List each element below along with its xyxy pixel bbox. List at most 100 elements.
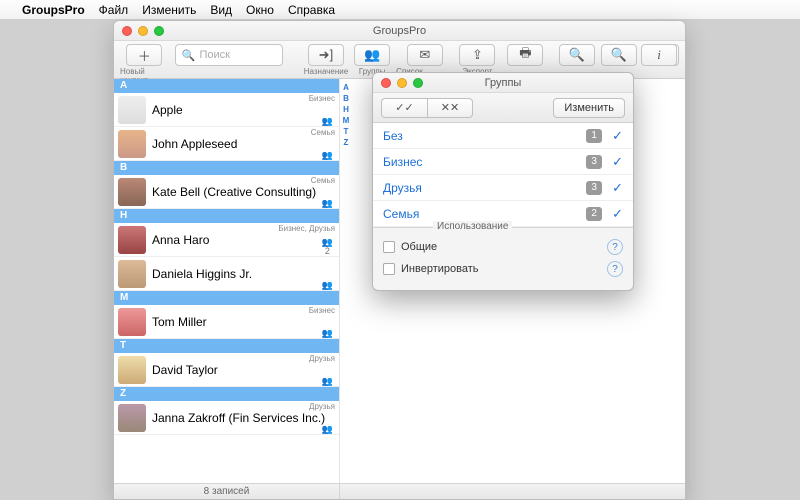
avatar <box>118 130 146 158</box>
check-icon[interactable]: ✓ <box>612 154 623 170</box>
group-row[interactable]: Без1 ✓ <box>373 123 633 149</box>
check-icon[interactable]: ✓ <box>612 128 623 144</box>
contact-name: Anna Haro <box>152 233 209 247</box>
contact-name: John Appleseed <box>152 137 237 151</box>
people-icon: 👥 <box>322 329 333 338</box>
menu-file[interactable]: Файл <box>99 3 129 17</box>
search-placeholder: Поиск <box>200 49 230 61</box>
status-bar: 8 записей <box>114 483 685 499</box>
alpha-letter[interactable]: H <box>340 105 352 114</box>
contact-row[interactable]: David TaylorДрузья👥 <box>114 353 339 387</box>
alpha-letter[interactable]: Z <box>340 138 352 147</box>
contact-row[interactable]: Janna Zakroff (Fin Services Inc.)Друзья 👥 <box>114 401 339 435</box>
avatar <box>118 226 146 254</box>
contact-name: Apple <box>152 103 183 117</box>
status-count: 8 записей <box>114 484 340 499</box>
contact-tag: Бизнес <box>309 306 335 315</box>
contact-row[interactable]: John Appleseed Семья 👥 <box>114 127 339 161</box>
contact-name: Janna Zakroff (Fin Services Inc.) <box>152 411 325 425</box>
contact-tag: Друзья <box>309 354 335 363</box>
contact-row[interactable]: Anna Haro Бизнес, Друзья 👥2 <box>114 223 339 257</box>
mailing-button[interactable]: ✉ <box>407 44 443 66</box>
contact-tag: Бизнес <box>309 94 335 103</box>
menu-view[interactable]: Вид <box>210 3 232 17</box>
check-icon[interactable]: ✓ <box>612 180 623 196</box>
usage-label: Использование <box>433 221 512 232</box>
help-icon[interactable]: ? <box>607 261 623 277</box>
contact-row[interactable]: Daniela Higgins Jr.👥 <box>114 257 339 291</box>
section-header: B <box>114 161 339 175</box>
zoom-in-button[interactable]: 🔍 <box>601 44 637 66</box>
group-name: Друзья <box>383 181 586 195</box>
window-title: GroupsPro <box>164 25 635 37</box>
alpha-letter[interactable]: M <box>340 116 352 125</box>
minimize-icon[interactable] <box>138 26 148 36</box>
invert-label: Инвертировать <box>401 263 478 275</box>
menubar-app[interactable]: GroupsPro <box>22 3 85 17</box>
avatar <box>118 96 146 124</box>
group-count-badge: 3 <box>586 155 602 169</box>
people-icon: 👥 <box>322 151 333 160</box>
contact-tag: Семья <box>311 128 335 137</box>
group-row[interactable]: Друзья3 ✓ <box>373 175 633 201</box>
groups-popup: Группы ✓✓ ✕✕ Изменить Без1✓Бизнес3✓Друзь… <box>372 72 634 291</box>
popup-zoom-icon[interactable] <box>413 78 423 88</box>
group-name: Семья <box>383 207 586 221</box>
group-name: Бизнес <box>383 155 586 169</box>
print-button[interactable]: 🖶 <box>507 44 543 66</box>
zoom-out-button[interactable]: 🔍 <box>559 44 595 66</box>
alpha-letter[interactable]: A <box>340 83 352 92</box>
zoom-icon[interactable] <box>154 26 164 36</box>
section-header: H <box>114 209 339 223</box>
contact-name: Tom Miller <box>152 315 207 329</box>
select-all-button[interactable]: ✓✓ <box>381 98 427 118</box>
people-count: 👥2 <box>322 238 333 256</box>
close-icon[interactable] <box>122 26 132 36</box>
avatar <box>118 178 146 206</box>
people-icon: 👥 <box>322 425 333 434</box>
group-row[interactable]: Бизнес3 ✓ <box>373 149 633 175</box>
contact-row[interactable]: Kate Bell (Creative Consulting)Семья👥 <box>114 175 339 209</box>
popup-minimize-icon[interactable] <box>397 78 407 88</box>
common-label: Общие <box>401 241 437 253</box>
common-checkbox[interactable] <box>383 241 395 253</box>
avatar <box>118 356 146 384</box>
assign-button[interactable]: ➜] <box>308 44 344 66</box>
contact-tag: Друзья <box>309 402 335 411</box>
groups-button[interactable]: 👥 <box>354 44 390 66</box>
help-icon[interactable]: ? <box>607 239 623 255</box>
contact-list[interactable]: AAppleБизнес👥John AppleseedСемья👥BKate B… <box>114 79 340 483</box>
people-icon: 👥 <box>322 281 333 290</box>
contact-name: Kate Bell (Creative Consulting) <box>152 185 316 199</box>
contact-row[interactable]: Tom Miller Бизнес 👥 <box>114 305 339 339</box>
contact-tag: Бизнес, Друзья <box>278 224 335 233</box>
export-button[interactable]: ⇪ <box>459 44 495 66</box>
menu-window[interactable]: Окно <box>246 3 274 17</box>
section-header: Z <box>114 387 339 401</box>
info-button[interactable]: i <box>641 44 677 66</box>
titlebar: GroupsPro <box>114 21 685 41</box>
alpha-letter[interactable]: T <box>340 127 352 136</box>
alpha-index[interactable]: ABHMTZ <box>340 83 352 147</box>
group-count-badge: 3 <box>586 181 602 195</box>
group-list: Без1 ✓ Бизнес3 ✓ Друзья3 ✓ Семья2 ✓ <box>373 123 633 227</box>
group-count-badge: 1 <box>586 129 602 143</box>
contact-row[interactable]: AppleБизнес👥 <box>114 93 339 127</box>
popup-close-icon[interactable] <box>381 78 391 88</box>
new-contact-button[interactable]: ＋ <box>126 44 162 66</box>
contact-tag: Семья <box>311 176 335 185</box>
alpha-letter[interactable]: B <box>340 94 352 103</box>
deselect-all-button[interactable]: ✕✕ <box>427 98 473 118</box>
check-icon[interactable]: ✓ <box>612 206 623 222</box>
invert-checkbox[interactable] <box>383 263 395 275</box>
avatar <box>118 260 146 288</box>
section-header: M <box>114 291 339 305</box>
edit-button[interactable]: Изменить <box>553 98 625 118</box>
section-header: A <box>114 79 339 93</box>
search-icon: 🔍 <box>182 49 196 62</box>
search-input[interactable]: 🔍 Поиск <box>175 44 283 66</box>
group-name: Без <box>383 129 586 143</box>
menu-help[interactable]: Справка <box>288 3 335 17</box>
menu-edit[interactable]: Изменить <box>142 3 196 17</box>
group-count-badge: 2 <box>586 207 602 221</box>
